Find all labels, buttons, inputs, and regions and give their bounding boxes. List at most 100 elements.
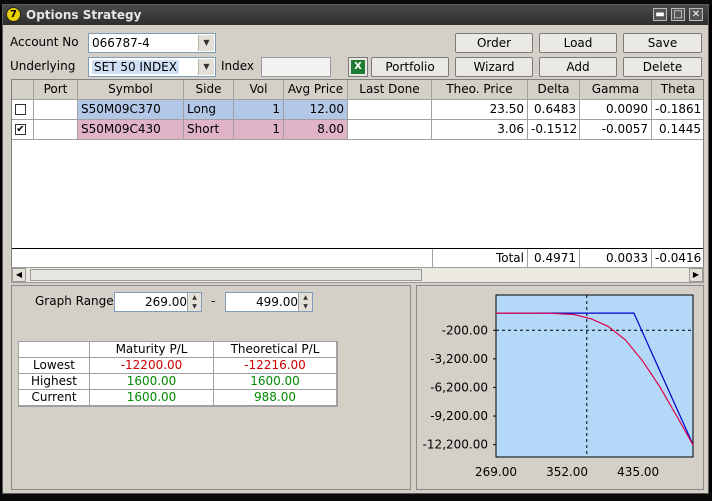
row-delta: 0.6483 — [528, 100, 580, 120]
row-theta: -0.1861 — [652, 100, 703, 120]
underlying-combo[interactable]: SET 50 INDEX ▼ — [88, 57, 216, 77]
index-field[interactable] — [261, 57, 331, 77]
pl-header-blank — [19, 342, 90, 358]
grid-header-delta[interactable]: Delta — [528, 80, 580, 100]
y-tick-label: -12,200.00 — [423, 438, 488, 452]
minimize-icon[interactable]: ▬ — [653, 8, 667, 21]
export-excel-button[interactable]: X — [348, 57, 368, 77]
pl-highest-maturity: 1600.00 — [90, 374, 214, 390]
save-button[interactable]: Save — [623, 33, 702, 53]
underlying-label: Underlying — [10, 59, 76, 73]
row-checkbox[interactable]: ✔ — [15, 124, 26, 135]
excel-icon: X — [351, 60, 365, 74]
grid-header-symbol[interactable]: Symbol — [78, 80, 184, 100]
delete-button[interactable]: Delete — [623, 57, 702, 77]
grid-header-checkbox — [12, 80, 34, 100]
y-tick-label: -200.00 — [442, 323, 488, 337]
total-delta: 0.4971 — [528, 249, 580, 268]
plot-area — [495, 294, 694, 458]
pl-row-label: Lowest — [19, 358, 90, 374]
graph-range-to-input[interactable]: 499.00 ▲ ▼ — [225, 292, 313, 312]
row-vol: 1 — [234, 120, 284, 140]
pl-lowest-maturity: -12200.00 — [90, 358, 214, 374]
grid-header-theta[interactable]: Theta — [652, 80, 703, 100]
scroll-left-icon[interactable]: ◀ — [12, 268, 26, 282]
row-last-done — [348, 120, 432, 140]
order-button[interactable]: Order — [455, 33, 533, 53]
row-gamma: -0.0057 — [580, 120, 652, 140]
y-tick-label: -3,200.00 — [430, 352, 488, 366]
graph-range-from-value: 269.00 — [145, 295, 187, 309]
pl-lowest-theoretical: -12216.00 — [214, 358, 337, 374]
pl-header-maturity: Maturity P/L — [90, 342, 214, 358]
row-side: Short — [184, 120, 234, 140]
index-label: Index — [221, 59, 255, 73]
grid-header-last-done[interactable]: Last Done — [348, 80, 432, 100]
scrollbar-thumb[interactable] — [30, 269, 422, 281]
row-delta: -0.1512 — [528, 120, 580, 140]
x-tick-label: 435.00 — [617, 465, 659, 479]
load-button[interactable]: Load — [539, 33, 617, 53]
add-button[interactable]: Add — [539, 57, 617, 77]
row-avg-price: 12.00 — [284, 100, 348, 120]
pl-row-label: Current — [19, 390, 90, 406]
spin-down-icon[interactable]: ▼ — [298, 302, 312, 311]
row-side: Long — [184, 100, 234, 120]
row-port — [34, 120, 78, 140]
total-theta: -0.0416 — [652, 249, 703, 268]
scroll-right-icon[interactable]: ▶ — [689, 268, 703, 282]
spin-down-icon[interactable]: ▼ — [187, 302, 201, 311]
row-theo-price: 23.50 — [432, 100, 528, 120]
graph-range-to-value: 499.00 — [256, 295, 298, 309]
grid-header-vol[interactable]: Vol — [234, 80, 284, 100]
row-port — [34, 100, 78, 120]
y-tick-label: -9,200.00 — [430, 409, 488, 423]
close-icon[interactable]: ✕ — [689, 8, 703, 21]
pl-row-label: Highest — [19, 374, 90, 390]
background-strip-bottom — [0, 493, 712, 501]
row-checkbox-cell[interactable] — [12, 100, 34, 120]
account-value: 066787-4 — [92, 36, 150, 50]
pl-header-theoretical: Theoretical P/L — [214, 342, 337, 358]
row-checkbox-cell[interactable]: ✔ — [12, 120, 34, 140]
row-theo-price: 3.06 — [432, 120, 528, 140]
grid-header-port[interactable]: Port — [34, 80, 78, 100]
portfolio-button[interactable]: Portfolio — [371, 57, 449, 77]
pl-chart-panel: -200.00 -3,200.00 -6,200.00 -9,200.00 -12,20… — [416, 285, 704, 490]
grid-header-gamma[interactable]: Gamma — [580, 80, 652, 100]
grid-header-avg-price[interactable]: Avg Price — [284, 80, 348, 100]
graph-range-label: Graph Range — [35, 294, 114, 308]
pl-chart: -200.00 -3,200.00 -6,200.00 -9,200.00 -12,20… — [423, 294, 694, 479]
grid-header-theo-price[interactable]: Theo. Price — [432, 80, 528, 100]
chevron-down-icon[interactable]: ▼ — [198, 59, 214, 75]
row-gamma: 0.0090 — [580, 100, 652, 120]
pl-current-maturity: 1600.00 — [90, 390, 214, 406]
pl-summary-panel: Graph Range 269.00 ▲ ▼ - 499.00 ▲ ▼ Matu… — [11, 285, 411, 490]
graph-range-separator: - — [211, 294, 216, 308]
row-checkbox[interactable] — [15, 104, 26, 115]
underlying-value: SET 50 INDEX — [92, 60, 179, 74]
total-row: Total 0.4971 0.0033 -0.0416 — [12, 248, 703, 268]
pl-current-theoretical: 988.00 — [214, 390, 337, 406]
account-combo[interactable]: 066787-4 ▼ — [88, 33, 216, 53]
title-bar[interactable]: 7 Options Strategy ▬ □ ✕ — [3, 5, 708, 25]
total-gamma: 0.0033 — [580, 249, 652, 268]
strategy-grid: Port Symbol Side Vol Avg Price Last Done… — [11, 79, 704, 269]
row-theta: 0.1445 — [652, 120, 703, 140]
x-tick-label: 352.00 — [546, 465, 588, 479]
row-vol: 1 — [234, 100, 284, 120]
options-strategy-window: 7 Options Strategy ▬ □ ✕ Account No 0667… — [2, 4, 709, 494]
row-symbol: S50M09C370 — [78, 100, 184, 120]
app-logo-icon: 7 — [6, 7, 21, 22]
window-title: Options Strategy — [26, 8, 142, 22]
y-tick-label: -6,200.00 — [430, 380, 488, 394]
maximize-icon[interactable]: □ — [671, 8, 685, 21]
horizontal-scrollbar[interactable]: ◀ ▶ — [11, 267, 704, 283]
pl-highest-theoretical: 1600.00 — [214, 374, 337, 390]
grid-header-side[interactable]: Side — [184, 80, 234, 100]
graph-range-from-input[interactable]: 269.00 ▲ ▼ — [114, 292, 202, 312]
wizard-button[interactable]: Wizard — [455, 57, 533, 77]
row-avg-price: 8.00 — [284, 120, 348, 140]
chevron-down-icon[interactable]: ▼ — [198, 35, 214, 51]
row-symbol: S50M09C430 — [78, 120, 184, 140]
